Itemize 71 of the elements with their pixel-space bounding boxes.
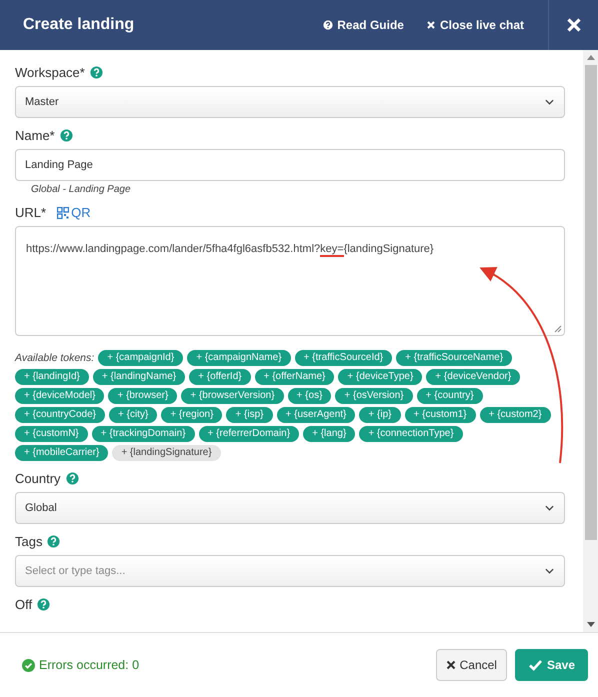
token-chip[interactable]: + {landingId} [15, 369, 89, 385]
token-chip[interactable]: + {customN} [15, 426, 88, 442]
text-field[interactable]: Landing Page [15, 149, 565, 181]
token-chip[interactable]: + {trafficSourceId} [294, 350, 392, 366]
help-icon[interactable] [66, 472, 79, 485]
status-message: Errors occurred: 0 [22, 658, 436, 672]
help-icon [323, 20, 334, 30]
qr-link[interactable]: QR [57, 205, 91, 220]
scroll-up-icon[interactable] [586, 55, 594, 60]
field-label: Country [15, 471, 61, 486]
select-field[interactable]: Master [15, 86, 565, 118]
token-chip[interactable]: + {deviceType} [338, 369, 422, 385]
close-icon [446, 660, 456, 670]
dialog-title: Create landing [22, 16, 136, 34]
token-chip[interactable]: + {mobileCarrier} [15, 445, 108, 461]
token-chip[interactable]: + {custom2} [480, 407, 551, 423]
save-button[interactable]: Save [514, 649, 588, 681]
chevron-icon [545, 99, 554, 105]
token-chip[interactable]: + {trackingDomain} [92, 426, 195, 442]
token-chip[interactable]: + {referrerDomain} [198, 426, 300, 442]
token-chip[interactable]: + {deviceVendor} [426, 369, 520, 385]
close-icon [426, 20, 436, 30]
token-chip[interactable]: + {os} [288, 388, 332, 404]
field-label: Workspace* [15, 65, 85, 80]
scrollbar[interactable] [583, 50, 598, 632]
chevron-icon [545, 568, 554, 574]
token-chip[interactable]: + {countryCode} [15, 407, 105, 423]
token-chip[interactable]: + {osVersion} [335, 388, 413, 404]
scroll-down-icon[interactable] [586, 622, 594, 627]
token-chip[interactable]: + {region} [161, 407, 222, 423]
token-chip[interactable]: + {deviceModel} [15, 388, 104, 404]
field-hint: Global - Landing Page [30, 183, 132, 195]
field-label: URL* [15, 205, 46, 220]
cancel-button[interactable]: Cancel [436, 649, 507, 681]
field-label: Tags [15, 534, 42, 549]
url-text: https://www.landingpage.com/lander/5fha4fgl6asfb532.html?key={landingSignature} [26, 243, 434, 257]
check-icon [528, 659, 543, 671]
select-field[interactable]: Global [15, 492, 565, 524]
field-label: Name* [15, 128, 55, 143]
token-chip[interactable]: + {custom1} [404, 407, 476, 423]
select-field[interactable]: Select or type tags... [15, 555, 565, 587]
token-chip[interactable]: + {trafficSourceName} [396, 350, 512, 366]
help-icon[interactable] [37, 598, 50, 611]
token-chip[interactable]: + {browser} [108, 388, 178, 404]
help-icon[interactable] [47, 535, 60, 548]
token-chip[interactable]: + {lang} [303, 426, 356, 442]
token-chip[interactable]: + {isp} [226, 407, 273, 423]
token-chip[interactable]: + {campaignName} [187, 350, 291, 366]
field-label: Off [15, 597, 32, 612]
token-chip[interactable]: + {offerId} [189, 369, 251, 385]
check-circle-icon [22, 658, 35, 672]
token-chip[interactable]: + {campaignId} [98, 350, 184, 366]
help-icon[interactable] [90, 66, 103, 79]
token-chip[interactable]: + {userAgent} [276, 407, 356, 423]
token-chip[interactable]: + {ip} [359, 407, 400, 423]
qr-icon [57, 206, 70, 218]
chevron-icon [545, 505, 554, 511]
resize-grip-icon [554, 325, 562, 333]
token-chip[interactable]: + {browserVersion} [181, 388, 284, 404]
header-link[interactable]: Close live chat [426, 18, 524, 32]
help-icon[interactable] [60, 129, 73, 142]
token-chip[interactable]: + {landingSignature} [112, 445, 221, 461]
token-chip[interactable]: + {offerName} [254, 369, 334, 385]
header-link[interactable]: Read Guide [323, 18, 404, 32]
token-chip[interactable]: + {country} [416, 388, 483, 404]
token-chip[interactable]: + {landingName} [92, 369, 186, 385]
close-icon [566, 17, 582, 33]
url-textarea[interactable]: https://www.landingpage.com/lander/5fha4fgl6asfb532.html?key={landingSignature} [15, 226, 565, 336]
tokens-label: Available tokens: [15, 352, 94, 364]
token-chip[interactable]: + {connectionType} [359, 426, 463, 442]
token-chip[interactable]: + {city} [109, 407, 158, 423]
